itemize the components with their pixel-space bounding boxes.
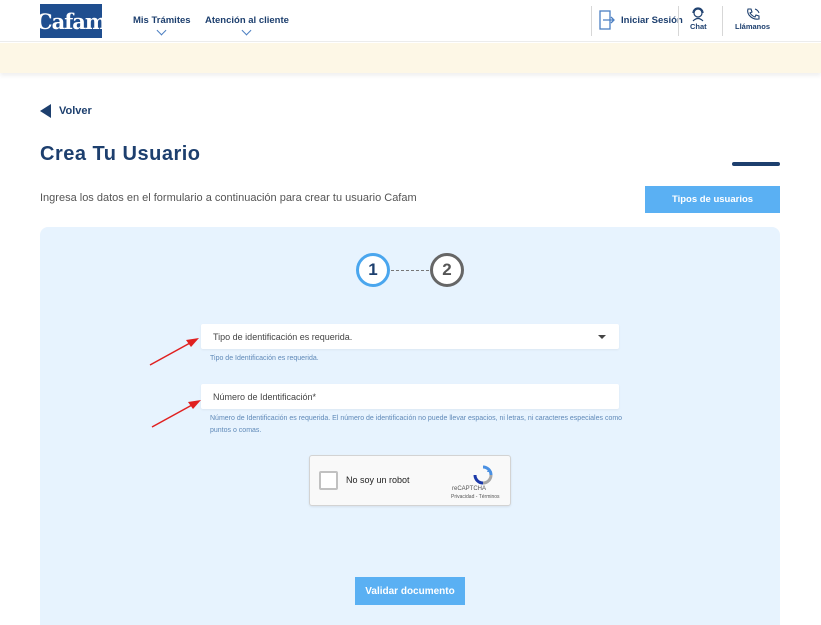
recaptcha-label: No soy un robot (346, 475, 410, 485)
header-divider (591, 6, 592, 36)
back-label: Volver (59, 105, 92, 117)
recaptcha-terms-link[interactable]: Privacidad - Términos (451, 494, 500, 500)
recaptcha-widget: No soy un robot reCAPTCHA Privacidad - T… (309, 455, 511, 506)
chevron-down-icon (156, 25, 167, 36)
intro-text: Ingresa los datos en el formulario a con… (40, 192, 417, 204)
login-button[interactable]: Iniciar Sesión (598, 10, 683, 30)
page-title: Crea Tu Usuario (40, 143, 201, 165)
id-number-field-wrapper (201, 384, 619, 409)
login-label: Iniciar Sesión (621, 14, 683, 26)
id-number-error: Número de Identificación es requerida. E… (210, 415, 623, 434)
id-number-input[interactable] (213, 391, 603, 402)
title-accent-bar (732, 162, 780, 166)
dropdown-caret-icon (598, 335, 606, 339)
back-link[interactable]: Volver (40, 104, 92, 118)
notice-banner (0, 43, 821, 73)
user-types-button[interactable]: Tipos de usuarios (645, 186, 780, 213)
chevron-down-icon (241, 25, 252, 36)
step-1-indicator: 1 (356, 253, 390, 287)
back-triangle-icon (40, 104, 51, 118)
cafam-logo[interactable]: Cafam (36, 4, 107, 38)
id-type-value: Tipo de identificación es requerida. (213, 331, 353, 342)
phone-icon (746, 8, 760, 20)
call-button[interactable]: Llámanos (735, 7, 770, 31)
chat-button[interactable]: Chat (690, 7, 707, 31)
chat-label: Chat (690, 22, 707, 31)
chat-agent-icon (692, 7, 704, 22)
header-divider (678, 6, 679, 36)
step-2-indicator: 2 (430, 253, 464, 287)
nav-atencion-cliente[interactable]: Atención al cliente (205, 15, 289, 36)
recaptcha-icon (473, 465, 493, 485)
header-divider (722, 6, 723, 36)
id-type-error: Tipo de Identificación es requerida. (210, 355, 319, 362)
form-panel: 1 2 Tipo de identificación es requerida.… (40, 227, 780, 625)
id-type-select[interactable]: Tipo de identificación es requerida. (201, 324, 619, 349)
nav-mis-tramites-label: Mis Trámites (133, 15, 191, 26)
recaptcha-checkbox[interactable] (319, 471, 338, 490)
call-label: Llámanos (735, 22, 771, 31)
nav-atencion-label: Atención al cliente (205, 15, 289, 26)
top-header: Cafam Mis Trámites Atención al cliente I… (0, 0, 821, 42)
recaptcha-brand: reCAPTCHA (452, 486, 487, 492)
validate-document-button[interactable]: Validar documento (355, 577, 465, 605)
login-door-icon (599, 10, 615, 30)
nav-mis-tramites[interactable]: Mis Trámites (133, 15, 191, 36)
step-connector (391, 270, 429, 271)
